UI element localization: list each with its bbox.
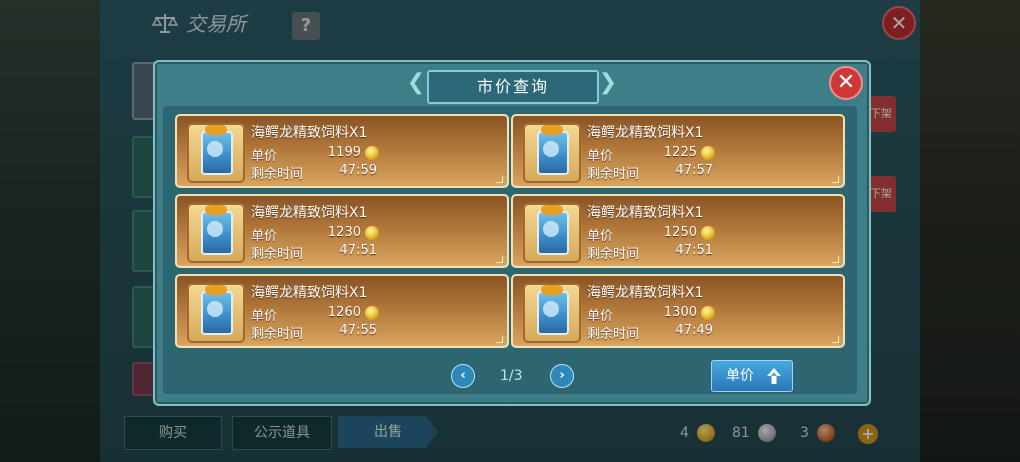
feed-bag-icon [187, 283, 245, 343]
unit-price-label: 单价 [251, 229, 278, 244]
listing-price: 1260 [327, 305, 361, 320]
feed-bag-icon [523, 123, 581, 183]
listing-card[interactable]: 海鳄龙精致饲料X1 单价 1199 剩余时间 47:59 [175, 114, 509, 188]
unit-price-label: 单价 [587, 229, 614, 244]
listing-price: 1199 [327, 145, 361, 160]
listing-card[interactable]: 海鳄龙精致饲料X1 单价 1260 剩余时间 47:55 [175, 274, 509, 348]
listing-name: 海鳄龙精致饲料X1 [587, 285, 704, 301]
gold-coin-icon [701, 146, 715, 160]
listing-time: 47:59 [339, 163, 377, 178]
feed-bag-icon [187, 203, 245, 263]
gold-coin-icon [701, 306, 715, 320]
unit-price-label: 单价 [251, 149, 278, 164]
title-ornament-right-icon: ❯ [598, 70, 618, 95]
page-indicator: 1/3 [500, 368, 523, 384]
listing-time: 47:55 [339, 323, 377, 338]
modal-title: 市价查询 [427, 70, 599, 104]
gold-coin-icon [365, 306, 379, 320]
gold-coin-icon [365, 146, 379, 160]
prev-page-button[interactable]: ‹ [451, 364, 475, 388]
modal-close-button[interactable]: ✕ [829, 66, 863, 100]
remaining-time-label: 剩余时间 [587, 167, 640, 182]
remaining-time-label: 剩余时间 [251, 327, 304, 342]
feed-bag-icon [523, 203, 581, 263]
unit-price-label: 单价 [251, 309, 278, 324]
listing-time: 47:51 [675, 243, 713, 258]
listing-card[interactable]: 海鳄龙精致饲料X1 单价 1225 剩余时间 47:57 [511, 114, 845, 188]
corner-mark [496, 176, 503, 183]
gold-coin-icon [365, 226, 379, 240]
listing-card[interactable]: 海鳄龙精致饲料X1 单价 1300 剩余时间 47:49 [511, 274, 845, 348]
listing-time: 47:49 [675, 323, 713, 338]
listing-name: 海鳄龙精致饲料X1 [587, 125, 704, 141]
unit-price-label: 单价 [587, 149, 614, 164]
title-ornament-left-icon: ❮ [406, 70, 426, 95]
unit-price-label: 单价 [587, 309, 614, 324]
gold-coin-icon [701, 226, 715, 240]
corner-mark [832, 336, 839, 343]
sort-by-unit-price-button[interactable]: 单价 [711, 360, 793, 392]
corner-mark [832, 176, 839, 183]
feed-bag-icon [187, 123, 245, 183]
listing-price: 1250 [663, 225, 697, 240]
corner-mark [832, 256, 839, 263]
listing-price: 1300 [663, 305, 697, 320]
listing-name: 海鳄龙精致饲料X1 [251, 125, 368, 141]
listing-name: 海鳄龙精致饲料X1 [251, 285, 368, 301]
feed-bag-icon [523, 283, 581, 343]
listing-time: 47:51 [339, 243, 377, 258]
remaining-time-label: 剩余时间 [251, 247, 304, 262]
market-price-modal: ❮ 市价查询 ❯ ✕ 海鳄龙精致饲料X1 单价 1199 剩余时间 47:59 … [153, 60, 871, 406]
sort-button-label: 单价 [726, 368, 754, 384]
listing-name: 海鳄龙精致饲料X1 [587, 205, 704, 221]
next-page-button[interactable]: › [550, 364, 574, 388]
remaining-time-label: 剩余时间 [587, 247, 640, 262]
sort-up-arrow-icon [766, 367, 782, 385]
remaining-time-label: 剩余时间 [587, 327, 640, 342]
listing-name: 海鳄龙精致饲料X1 [251, 205, 368, 221]
remaining-time-label: 剩余时间 [251, 167, 304, 182]
listing-card[interactable]: 海鳄龙精致饲料X1 单价 1250 剩余时间 47:51 [511, 194, 845, 268]
corner-mark [496, 336, 503, 343]
listing-card[interactable]: 海鳄龙精致饲料X1 单价 1230 剩余时间 47:51 [175, 194, 509, 268]
listing-price: 1230 [327, 225, 361, 240]
listing-time: 47:57 [675, 163, 713, 178]
listing-price: 1225 [663, 145, 697, 160]
listings-panel: 海鳄龙精致饲料X1 单价 1199 剩余时间 47:59 海鳄龙精致饲料X1 单… [163, 106, 857, 394]
corner-mark [496, 256, 503, 263]
